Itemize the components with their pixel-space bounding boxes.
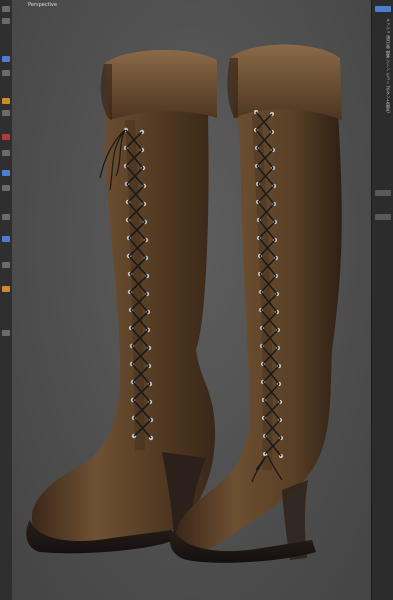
toolbar-button[interactable] — [2, 110, 10, 116]
toolbar-button[interactable] — [2, 56, 10, 62]
toolbar-button[interactable] — [2, 134, 10, 140]
boots-render — [26, 44, 342, 563]
right-toolbar-button[interactable] — [375, 190, 391, 196]
right-toolbar-label: メッシュ 頂点 面 材質 シーン ビュー (ボタンと設定) — [386, 18, 391, 113]
toolbar-button[interactable] — [2, 262, 10, 268]
3d-viewport[interactable]: Perspective — [12, 0, 372, 600]
toolbar-button[interactable] — [2, 70, 10, 76]
toolbar-button[interactable] — [2, 214, 10, 220]
right-toolbar-button[interactable] — [375, 214, 391, 220]
toolbar-button[interactable] — [2, 18, 10, 24]
toolbar-button[interactable] — [2, 170, 10, 176]
toolbar-button[interactable] — [2, 330, 10, 336]
right-toolbar: メッシュ 頂点 面 材質 シーン ビュー (ボタンと設定) — [371, 0, 393, 600]
toolbar-button[interactable] — [2, 98, 10, 104]
toolbar-button[interactable] — [2, 286, 10, 292]
toolbar-button[interactable] — [2, 236, 10, 242]
toolbar-button[interactable] — [2, 150, 10, 156]
toolbar-button[interactable] — [2, 185, 10, 191]
boot-left — [26, 49, 217, 554]
toolbar-button[interactable] — [2, 6, 10, 12]
right-toolbar-button[interactable] — [375, 6, 391, 12]
